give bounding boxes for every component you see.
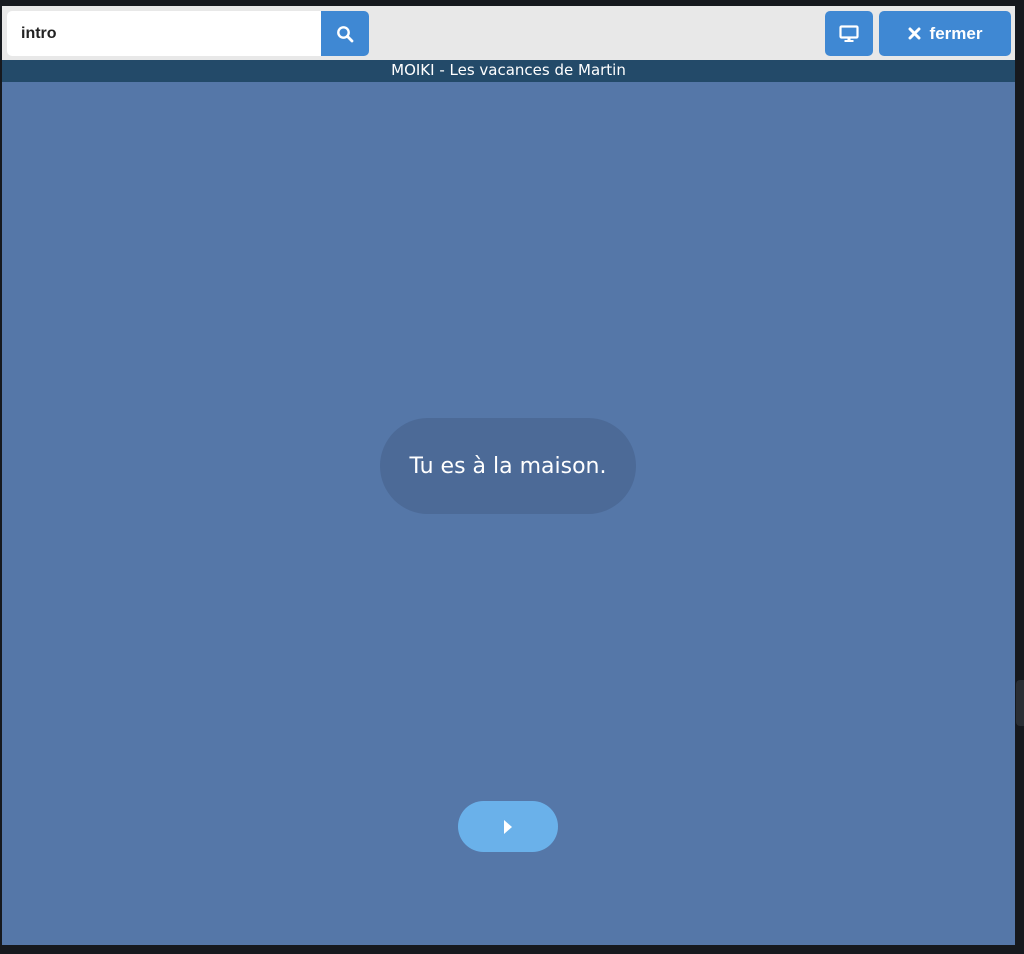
close-button[interactable]: fermer — [879, 11, 1011, 56]
screen-button[interactable] — [825, 11, 873, 56]
search-button[interactable] — [321, 11, 369, 56]
story-message-bubble: Tu es à la maison. — [380, 418, 636, 514]
close-button-label: fermer — [929, 23, 983, 43]
toolbar: fermer — [2, 6, 1015, 60]
story-message-text: Tu es à la maison. — [409, 453, 607, 479]
monitor-icon — [839, 24, 859, 43]
play-button[interactable] — [458, 801, 558, 852]
search-input[interactable] — [7, 11, 323, 56]
story-title: MOIKI - Les vacances de Martin — [2, 60, 1015, 82]
play-icon — [502, 819, 514, 835]
search-icon — [336, 25, 354, 43]
resize-handle[interactable] — [1016, 680, 1024, 726]
close-icon — [908, 27, 921, 40]
story-player: fermer MOIKI - Les vacances de Martin Tu… — [2, 6, 1015, 945]
